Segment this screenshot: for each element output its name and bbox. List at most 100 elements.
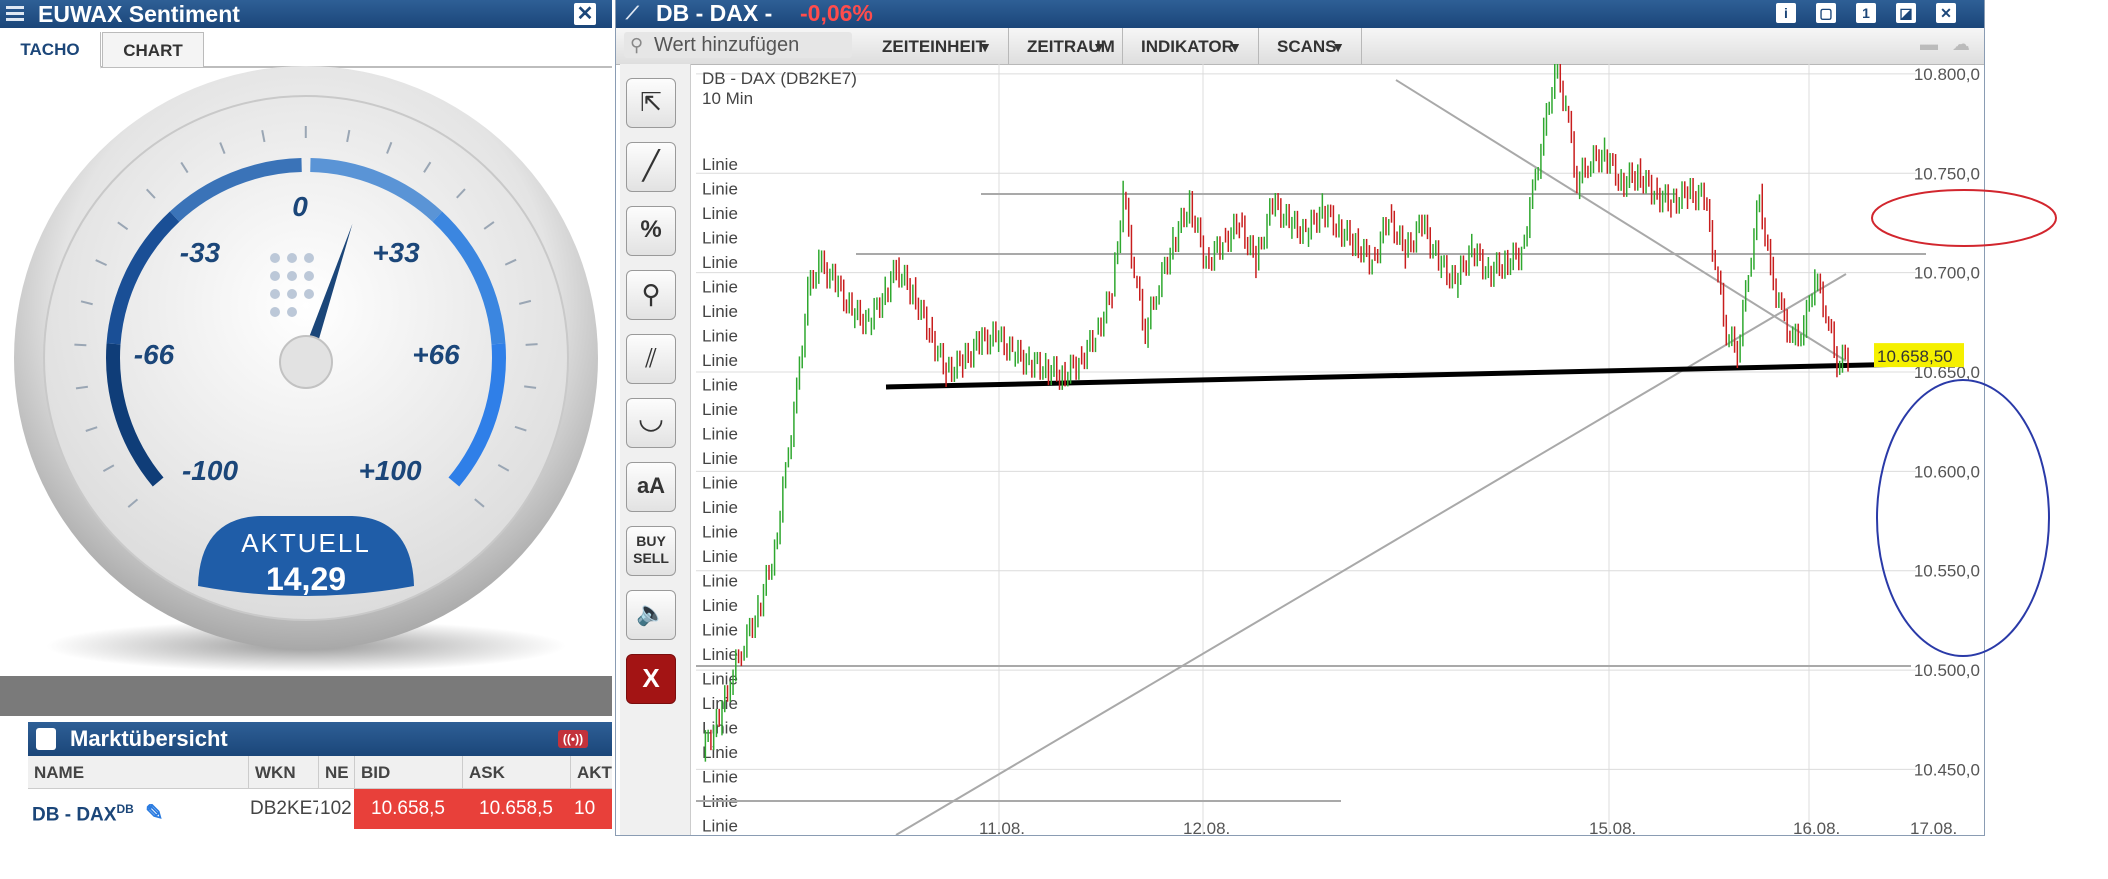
gauge-tick — [525, 343, 538, 346]
x-tick-label: 17.08. — [1910, 819, 1957, 835]
edit-icon[interactable]: ✎ — [145, 800, 163, 825]
sentiment-titlebar: EUWAX Sentiment ✕ — [0, 0, 612, 28]
percent-icon[interactable]: % — [626, 206, 676, 256]
price-chart[interactable]: Linie Linie Linie Linie Linie Linie Linie Linie… — [696, 64, 1982, 835]
drawing-label: Linie — [702, 229, 738, 248]
drawing-label: Linie — [702, 596, 738, 615]
market-title: Marktübersicht — [70, 726, 228, 751]
gauge-label-minus33: -33 — [180, 237, 221, 268]
gauge-label-minus66: -66 — [134, 339, 175, 370]
price-series — [704, 64, 1849, 762]
gauge-hub — [279, 335, 333, 389]
gauge-label-plus66: +66 — [412, 339, 460, 370]
row-bid: 10.658,5 — [354, 789, 462, 829]
folder-icon[interactable]: ▬ — [1920, 34, 1938, 55]
drawing-label: Linie — [702, 572, 738, 591]
drawing-label: Linie — [702, 376, 738, 395]
line-icon[interactable]: ╱ — [626, 142, 676, 192]
row-name-text: DB - DAX — [32, 804, 117, 826]
col-ask[interactable]: ASK — [462, 756, 570, 788]
chevron-down-icon: ▼ — [1331, 39, 1345, 55]
col-name[interactable]: NAME — [28, 756, 248, 788]
drawing-label: Linie — [702, 327, 738, 346]
last-price-marker: 10.658,50 — [1874, 343, 1964, 368]
cloud-icon[interactable]: ☁ — [1952, 34, 1970, 55]
scans-label: SCANS — [1277, 37, 1337, 56]
lock-icon — [36, 728, 56, 750]
info-icon[interactable]: i — [1776, 3, 1796, 23]
col-ne[interactable]: NE — [318, 756, 354, 788]
cursor-icon[interactable]: ⇱ — [626, 78, 676, 128]
drawing-toolbar: ⇱ ╱ % ⚲ ⫽ ◡ aA BUY SELL 🔈 X — [620, 64, 691, 835]
sentiment-panel: EUWAX Sentiment ✕ TACHO CHART 0 -33 +33 … — [0, 0, 612, 716]
row-ask: 10.658,5 — [462, 789, 570, 829]
gauge-label-0: 0 — [292, 191, 308, 222]
live-icon[interactable]: ((•)) — [558, 730, 588, 748]
trend-line[interactable] — [1395, 79, 1847, 362]
chart-subtitle: 10 Min — [702, 89, 753, 108]
drawing-label: Linie — [702, 743, 738, 762]
search-placeholder: Wert hinzufügen — [654, 34, 800, 56]
tab-chart[interactable]: CHART — [102, 32, 204, 67]
gauge-label-plus33: +33 — [372, 237, 420, 268]
y-tick-label: 10.450,0 — [1914, 760, 1980, 779]
table-row[interactable]: DB - DAXDB ✎ DB2KE7 102 10.658,5 10.658,… — [28, 789, 612, 829]
buy-sell-icon[interactable]: BUY SELL — [626, 526, 676, 576]
row-name[interactable]: DB - DAXDB ✎ — [32, 789, 248, 829]
chevron-down-icon: ▼ — [978, 39, 992, 55]
drawing-label: Linie — [702, 204, 738, 223]
drawing-label: Linie — [702, 302, 738, 321]
drawing-label: Linie — [702, 180, 738, 199]
pin-icon[interactable]: 1 — [1856, 3, 1876, 23]
gauge-tick — [74, 343, 87, 347]
sentiment-gauge: 0 -33 +33 -66 +66 -100 +100 AKTUELL 14,2… — [14, 66, 598, 672]
zoom-icon[interactable]: ⚲ — [626, 270, 676, 320]
drawing-label: Linie — [702, 645, 738, 664]
window-icon[interactable]: ▢ — [1816, 3, 1836, 23]
drawing-label: Linie — [702, 817, 738, 836]
menu-icon[interactable] — [6, 6, 24, 22]
sound-icon[interactable]: 🔈 — [626, 590, 676, 640]
x-tick-label: 16.08. — [1793, 819, 1840, 835]
scans-dropdown[interactable]: SCANS ▼ — [1258, 28, 1362, 64]
curve-icon[interactable]: ◡ — [626, 398, 676, 448]
row-ne: 102 — [320, 798, 352, 819]
aktuell-label: AKTUELL — [241, 528, 371, 558]
y-tick-label: 10.550,0 — [1914, 562, 1980, 581]
drawing-label: Linie — [702, 351, 738, 370]
search-icon: ⚲ — [630, 35, 644, 55]
col-akt[interactable]: AKT — [570, 756, 612, 788]
sentiment-footer — [0, 676, 612, 716]
trend-line[interactable] — [895, 273, 1847, 835]
close-icon[interactable]: ✕ — [1936, 3, 1956, 23]
row-name-sup: DB — [116, 802, 134, 816]
y-axis: 10.800,010.750,010.700,010.650,010.600,0… — [1914, 65, 1980, 779]
zeiteinheit-dropdown[interactable]: ZEITEINHEIT ▼ — [864, 28, 1008, 64]
indikator-dropdown[interactable]: INDIKATOR ▼ — [1122, 28, 1258, 64]
drawing-label: Linie — [702, 474, 738, 493]
chart-grid — [696, 64, 1916, 835]
chart-window-icon: ⟋ — [626, 3, 639, 23]
col-bid[interactable]: BID — [354, 756, 462, 788]
drawing-label: Linie — [702, 621, 738, 640]
tab-tacho[interactable]: TACHO — [0, 32, 101, 69]
buy-label: BUY — [636, 533, 666, 549]
market-table-header: NAME WKN NE BID ASK AKT — [28, 756, 612, 789]
restore-icon[interactable]: ◪ — [1896, 3, 1916, 23]
drawing-label: Linie — [702, 523, 738, 542]
search-input[interactable]: ⚲ Wert hinzufügen — [624, 32, 852, 58]
drawing-label: Linie — [702, 449, 738, 468]
trend-lines[interactable] — [696, 79, 1926, 835]
delete-icon[interactable]: X — [626, 654, 676, 704]
sentiment-title: EUWAX Sentiment — [38, 1, 240, 27]
market-overview: Marktübersicht ((•)) NAME WKN NE BID ASK… — [28, 722, 612, 879]
row-akt: 10 — [570, 789, 612, 829]
chart-title: DB - DAX (DB2KE7) — [702, 69, 857, 88]
close-icon[interactable]: ✕ — [574, 3, 596, 25]
drawing-labels: Linie Linie Linie Linie Linie Linie Linie Linie… — [702, 155, 738, 835]
parallel-icon[interactable]: ⫽ — [626, 334, 676, 384]
gauge-label-minus100: -100 — [182, 455, 238, 486]
zeitraum-dropdown[interactable]: ZEITRAUM ▼ — [1008, 28, 1122, 64]
text-icon[interactable]: aA — [626, 462, 676, 512]
col-wkn[interactable]: WKN — [248, 756, 318, 788]
